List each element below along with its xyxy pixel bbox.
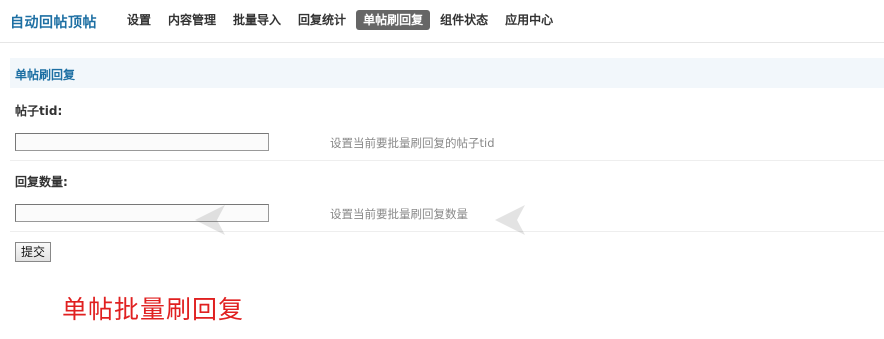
section-header: 单帖刷回复 — [10, 58, 884, 88]
nav-tab-component-status[interactable]: 组件状态 — [433, 10, 495, 30]
row-divider — [10, 231, 884, 232]
reply-count-input[interactable] — [15, 204, 269, 222]
app-title: 自动回帖顶帖 — [10, 15, 97, 31]
reply-count-tip: 设置当前要批量刷回复数量 — [330, 207, 468, 221]
section-title: 单帖刷回复 — [15, 68, 76, 82]
nav-tab-batch-import[interactable]: 批量导入 — [226, 10, 288, 30]
reply-count-label: 回复数量: — [15, 175, 68, 189]
nav-tab-single-thread-reply[interactable]: 单帖刷回复 — [356, 10, 431, 30]
main-nav: 设置 内容管理 批量导入 回复统计 单帖刷回复 组件状态 应用中心 — [120, 10, 563, 30]
nav-tab-app-center[interactable]: 应用中心 — [498, 10, 560, 30]
row-divider — [10, 160, 884, 161]
tid-input[interactable] — [15, 133, 269, 151]
tid-label: 帖子tid: — [15, 104, 63, 118]
nav-tab-settings[interactable]: 设置 — [120, 10, 158, 30]
tid-tip: 设置当前要批量刷回复的帖子tid — [330, 136, 495, 150]
top-navigation-bar: 自动回帖顶帖 设置 内容管理 批量导入 回复统计 单帖刷回复 组件状态 应用中心 — [0, 0, 884, 43]
caption-text: 单帖批量刷回复 — [62, 295, 245, 324]
submit-button[interactable]: 提交 — [15, 242, 52, 262]
nav-tab-content-management[interactable]: 内容管理 — [161, 10, 223, 30]
watermark-logo — [495, 155, 725, 265]
nav-tab-reply-statistics[interactable]: 回复统计 — [291, 10, 353, 30]
